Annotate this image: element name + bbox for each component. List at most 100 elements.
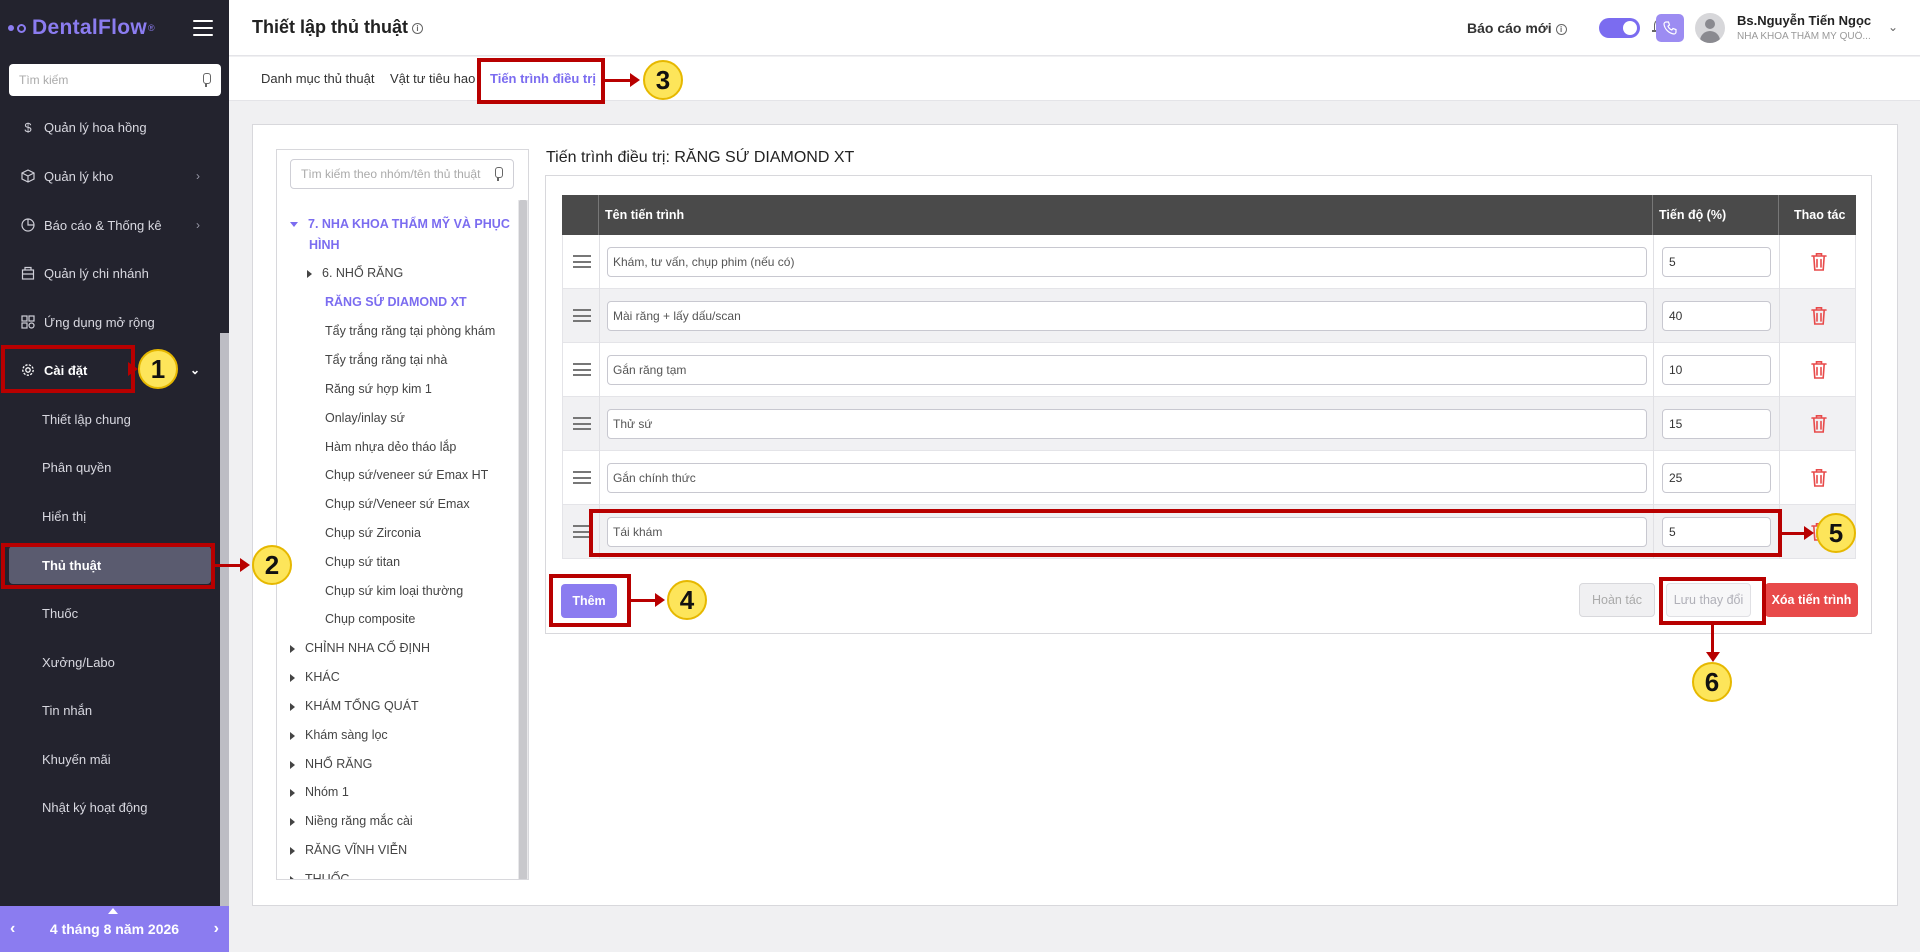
avatar[interactable]: [1695, 13, 1725, 43]
phone-button[interactable]: [1656, 14, 1684, 42]
tree-search[interactable]: [290, 159, 514, 189]
sidebar-subitem-permissions[interactable]: Phân quyền: [0, 447, 220, 487]
tree-group-node[interactable]: 7. NHA KHOA THẨM MỸ VÀ PHỤC: [290, 217, 510, 231]
sidebar-search[interactable]: [9, 64, 221, 96]
trash-icon[interactable]: [1811, 252, 1827, 272]
tree-leaf-node[interactable]: Hàm nhựa dẻo tháo lắp: [325, 440, 456, 454]
tree-leaf-node[interactable]: Răng sứ hợp kim 1: [325, 382, 432, 396]
tab-treatment-process[interactable]: Tiến trình điều trị: [490, 71, 596, 86]
info-icon[interactable]: i: [1555, 23, 1567, 35]
add-button[interactable]: Thêm: [561, 584, 617, 618]
tree-leaf-node[interactable]: Tẩy trắng răng tại phòng khám: [325, 324, 495, 338]
tree-group-node[interactable]: CHỈNH NHA CỐ ĐỊNH: [290, 641, 430, 655]
column-divider: [1779, 505, 1780, 559]
process-name-input[interactable]: [607, 355, 1647, 385]
process-name-input[interactable]: [607, 463, 1647, 493]
tab-procedure-catalog[interactable]: Danh mục thủ thuật: [261, 71, 374, 86]
tree-group-node[interactable]: KHÁC: [290, 670, 340, 684]
tab-consumables[interactable]: Vật tư tiêu hao: [390, 71, 475, 86]
tree-group-node[interactable]: RĂNG VĨNH VIỄN: [290, 843, 407, 857]
sidebar-item-extensions[interactable]: Ứng dụng mở rộng: [0, 302, 220, 342]
menu-toggle-icon[interactable]: [193, 20, 213, 36]
sidebar-subitem-procedures[interactable]: Thủ thuật: [9, 546, 211, 584]
info-icon[interactable]: i: [411, 22, 423, 34]
tree-node-label: Niềng răng mắc cài: [305, 814, 413, 828]
app-logo[interactable]: DentalFlow ®: [8, 14, 155, 42]
tree-search-input[interactable]: [301, 167, 493, 181]
trash-icon[interactable]: [1811, 468, 1827, 488]
tree-leaf-node[interactable]: Chụp sứ/veneer sứ Emax HT: [325, 468, 488, 482]
progress-percent-input[interactable]: [1662, 247, 1771, 277]
drag-handle-icon[interactable]: [573, 255, 591, 268]
sidebar-subitem-general[interactable]: Thiết lập chung: [0, 399, 220, 439]
tree-group-node[interactable]: Khám sàng lọc: [290, 728, 388, 742]
annotation-arrow-3: [605, 79, 631, 82]
sidebar-subitem-labo[interactable]: Xưởng/Labo: [0, 642, 220, 682]
tree-group-node[interactable]: KHÁM TỔNG QUÁT: [290, 699, 419, 713]
new-report-toggle[interactable]: [1599, 18, 1640, 38]
sidebar-item-label: Báo cáo & Thống kê: [44, 217, 162, 233]
sidebar-item-commission[interactable]: $ Quản lý hoa hồng: [0, 107, 220, 147]
tree-leaf-node[interactable]: Chụp composite: [325, 612, 415, 626]
trash-icon[interactable]: [1811, 414, 1827, 434]
sidebar-item-branches[interactable]: Quản lý chi nhánh: [0, 253, 220, 293]
sidebar-scrollbar[interactable]: [220, 333, 229, 906]
tree-group-node-wrap[interactable]: HÌNH: [309, 238, 340, 252]
caret-right-icon: [290, 788, 295, 797]
tree-group-node[interactable]: NHỔ RĂNG: [290, 757, 372, 771]
progress-percent-input[interactable]: [1662, 301, 1771, 331]
prev-date-icon[interactable]: ‹: [10, 920, 15, 938]
drag-handle-icon[interactable]: [573, 471, 591, 484]
progress-percent-input[interactable]: [1662, 409, 1771, 439]
tree-leaf-node[interactable]: Chụp sứ Zirconia: [325, 526, 421, 540]
sidebar-item-reports[interactable]: Báo cáo & Thống kê ›: [0, 205, 220, 245]
tree-group-node[interactable]: 6. NHỔ RĂNG: [307, 266, 403, 280]
microphone-icon[interactable]: [493, 167, 503, 181]
drag-handle-icon[interactable]: [573, 417, 591, 430]
process-name-input[interactable]: [607, 301, 1647, 331]
drag-handle-icon[interactable]: [573, 363, 591, 376]
tree-group-node[interactable]: Niềng răng mắc cài: [290, 814, 413, 828]
tree-leaf-node-selected[interactable]: RĂNG SỨ DIAMOND XT: [325, 295, 467, 309]
sidebar-subitem-medicine[interactable]: Thuốc: [0, 593, 220, 633]
trash-icon[interactable]: [1811, 360, 1827, 380]
expand-up-icon[interactable]: [108, 908, 118, 914]
column-divider: [1653, 289, 1654, 343]
annotation-badge-6: 6: [1692, 662, 1732, 702]
trash-icon[interactable]: [1811, 306, 1827, 326]
chevron-down-icon[interactable]: ⌄: [1888, 20, 1898, 34]
user-name[interactable]: Bs.Nguyễn Tiến Ngọc: [1737, 13, 1871, 28]
progress-percent-input[interactable]: [1662, 463, 1771, 493]
process-name-input[interactable]: [607, 247, 1647, 277]
sidebar-search-input[interactable]: [19, 73, 201, 87]
sidebar-item-label: Ứng dụng mở rộng: [44, 314, 155, 330]
sidebar-subitem-promotions[interactable]: Khuyến mãi: [0, 739, 220, 779]
tree-leaf-node[interactable]: Chụp sứ/Veneer sứ Emax: [325, 497, 470, 511]
sidebar-subitem-activity-log[interactable]: Nhật ký hoạt động: [0, 787, 220, 827]
microphone-icon[interactable]: [201, 73, 211, 87]
drag-handle-icon[interactable]: [573, 309, 591, 322]
tree-leaf-node[interactable]: Onlay/inlay sứ: [325, 411, 405, 425]
app-name: DentalFlow: [32, 16, 148, 39]
process-name-input[interactable]: [607, 409, 1647, 439]
tree-scrollbar[interactable]: [518, 200, 528, 879]
tree-group-node[interactable]: THUỐC: [290, 872, 349, 879]
tree-leaf-node[interactable]: Chụp sứ titan: [325, 555, 400, 569]
sidebar-item-inventory[interactable]: Quản lý kho ›: [0, 156, 220, 196]
save-changes-button[interactable]: Lưu thay đổi: [1666, 583, 1751, 617]
delete-process-button[interactable]: Xóa tiến trình: [1765, 583, 1858, 617]
sidebar-item-settings[interactable]: Cài đặt ⌄: [0, 350, 220, 390]
undo-button[interactable]: Hoàn tác: [1579, 583, 1655, 617]
tree-leaf-node[interactable]: Chụp sứ kim loại thường: [325, 584, 463, 598]
tree-leaf-node[interactable]: Tẩy trắng răng tại nhà: [325, 353, 447, 367]
building-icon: [20, 265, 36, 281]
drag-handle-icon[interactable]: [573, 525, 591, 538]
sidebar-subitem-messages[interactable]: Tin nhắn: [0, 690, 220, 730]
caret-right-icon: [290, 702, 295, 711]
process-name-input[interactable]: [607, 517, 1647, 547]
next-date-icon[interactable]: ›: [214, 920, 219, 938]
tree-group-node[interactable]: Nhóm 1: [290, 785, 349, 799]
progress-percent-input[interactable]: [1662, 517, 1771, 547]
progress-percent-input[interactable]: [1662, 355, 1771, 385]
sidebar-subitem-display[interactable]: Hiển thị: [0, 496, 220, 536]
